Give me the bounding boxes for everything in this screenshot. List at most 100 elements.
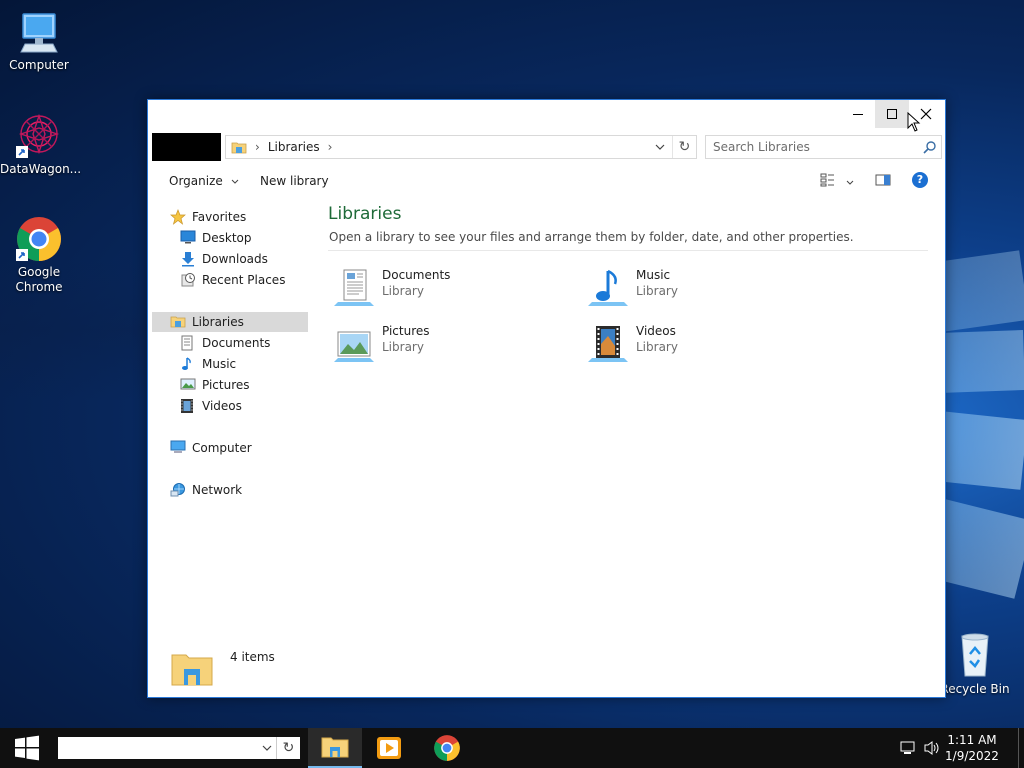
show-desktop-button[interactable]: [1018, 728, 1024, 768]
status-library-icon: [170, 649, 214, 692]
address-dropdown-button[interactable]: [650, 136, 670, 158]
start-button[interactable]: [0, 728, 54, 768]
page-description: Open a library to see your files and arr…: [329, 230, 854, 244]
speaker-icon: [924, 741, 939, 755]
nav-pictures[interactable]: Pictures: [180, 375, 250, 395]
refresh-icon: ↻: [282, 740, 295, 756]
libraries-folder-icon: [231, 140, 247, 154]
file-explorer-icon: [321, 737, 349, 758]
maximize-button[interactable]: [875, 100, 909, 128]
new-library-label: New library: [260, 174, 329, 188]
tile-type: Library: [382, 340, 424, 354]
nav-computer[interactable]: Computer: [170, 438, 252, 458]
tile-name: Videos: [636, 324, 676, 338]
help-button[interactable]: ?: [912, 172, 928, 188]
nav-libraries[interactable]: Libraries: [152, 312, 308, 332]
tile-type: Library: [382, 284, 424, 298]
library-tile-music[interactable]: Music Library: [582, 264, 822, 310]
nav-documents[interactable]: Documents: [180, 333, 270, 353]
chrome-icon: [15, 215, 63, 263]
desktop-icon-datawagon[interactable]: DataWagon...: [0, 112, 82, 177]
volume-tray-icon[interactable]: [923, 740, 941, 759]
organize-menu[interactable]: Organize: [169, 174, 239, 188]
address-bar[interactable]: › Libraries › ↻: [225, 135, 697, 159]
desktop-icon-google-chrome[interactable]: Google Chrome: [0, 215, 78, 295]
status-item-count: 4 items: [230, 650, 275, 664]
nav-music[interactable]: Music: [180, 354, 236, 374]
maximize-icon: [887, 109, 897, 119]
taskbar-google-chrome[interactable]: [420, 728, 474, 768]
tile-name: Documents: [382, 268, 451, 282]
view-dropdown-button[interactable]: [846, 174, 854, 188]
clock-date: 1/9/2022: [945, 749, 999, 763]
chevron-down-icon[interactable]: [262, 745, 272, 751]
taskbar-search-box[interactable]: ↻: [58, 737, 300, 759]
desktop-icon-label: DataWagon...: [0, 162, 82, 176]
nav-desktop-label: Desktop: [202, 231, 252, 245]
search-input[interactable]: Search Libraries: [713, 140, 810, 154]
header-divider: [328, 250, 928, 251]
minimize-button[interactable]: [841, 100, 875, 128]
new-library-button[interactable]: New library: [260, 174, 329, 188]
taskbar-clock[interactable]: 1:11 AM 1/9/2022: [942, 732, 1002, 764]
library-tile-documents[interactable]: Documents Library: [328, 264, 568, 310]
breadcrumb-separator-end[interactable]: ›: [328, 140, 333, 154]
taskbar-file-explorer[interactable]: [308, 728, 362, 768]
nav-network-label: Network: [192, 483, 243, 497]
preview-pane-button[interactable]: [875, 173, 891, 190]
nav-downloads[interactable]: Downloads: [180, 249, 268, 269]
datawagon-icon: [15, 112, 63, 160]
libraries-icon: [170, 314, 188, 330]
desktop-icon-recycle-bin[interactable]: Recycle Bin: [936, 632, 1014, 697]
nav-videos[interactable]: Videos: [180, 396, 242, 416]
taskbar-refresh-button[interactable]: ↻: [276, 737, 300, 759]
close-icon: [920, 108, 932, 120]
chevron-down-icon: [655, 144, 665, 150]
network-tray-icon[interactable]: [900, 740, 916, 759]
search-box[interactable]: Search Libraries: [705, 135, 942, 159]
computer-icon: [170, 440, 188, 456]
videos-icon: [180, 398, 198, 414]
preview-pane-icon: [875, 174, 891, 186]
title-bar[interactable]: [148, 100, 945, 130]
tile-name: Music: [636, 268, 671, 282]
chevron-down-icon: [846, 180, 854, 185]
pictures-icon: [180, 377, 198, 393]
desktop-icon: [180, 230, 198, 246]
nav-network[interactable]: Network: [170, 480, 242, 500]
network-icon: [900, 741, 915, 754]
videos-library-icon: [586, 324, 630, 364]
windows-logo-icon: [15, 735, 39, 761]
clock-time: 1:11 AM: [947, 733, 997, 747]
help-icon: ?: [916, 173, 924, 186]
view-options-button[interactable]: [820, 173, 836, 190]
documents-library-icon: [332, 268, 376, 308]
taskbar-media-player[interactable]: [362, 728, 416, 768]
music-library-icon: [586, 268, 630, 308]
page-title: Libraries: [328, 204, 402, 224]
status-bar: 4 items: [148, 645, 945, 697]
explorer-window: › Libraries › ↻ Search Libraries Organiz…: [147, 99, 946, 698]
minimize-icon: [853, 113, 863, 115]
breadcrumb-separator[interactable]: ›: [255, 140, 260, 154]
refresh-icon: ↻: [678, 139, 691, 155]
nav-favorites[interactable]: Favorites: [170, 207, 246, 227]
refresh-button[interactable]: ↻: [672, 136, 696, 158]
desktop-icon-label: Google Chrome: [15, 265, 63, 294]
nav-recent-places[interactable]: Recent Places: [180, 270, 285, 290]
breadcrumb-libraries[interactable]: Libraries: [268, 140, 320, 154]
nav-computer-label: Computer: [192, 441, 252, 455]
search-icon[interactable]: [923, 140, 937, 154]
library-tile-videos[interactable]: Videos Library: [582, 320, 822, 366]
tile-type: Library: [636, 340, 678, 354]
desktop-icon-label: Computer: [9, 58, 69, 72]
pictures-library-icon: [332, 324, 376, 364]
recent-places-icon: [180, 272, 198, 288]
desktop-icon-label: Recycle Bin: [940, 682, 1010, 696]
desktop-icon-computer[interactable]: Computer: [0, 8, 78, 73]
back-forward-buttons[interactable]: [152, 133, 221, 161]
library-tile-pictures[interactable]: Pictures Library: [328, 320, 568, 366]
navigation-pane: Favorites Desktop Downloads Recent Place…: [152, 204, 308, 564]
nav-desktop[interactable]: Desktop: [180, 228, 252, 248]
view-icon: [820, 173, 834, 187]
